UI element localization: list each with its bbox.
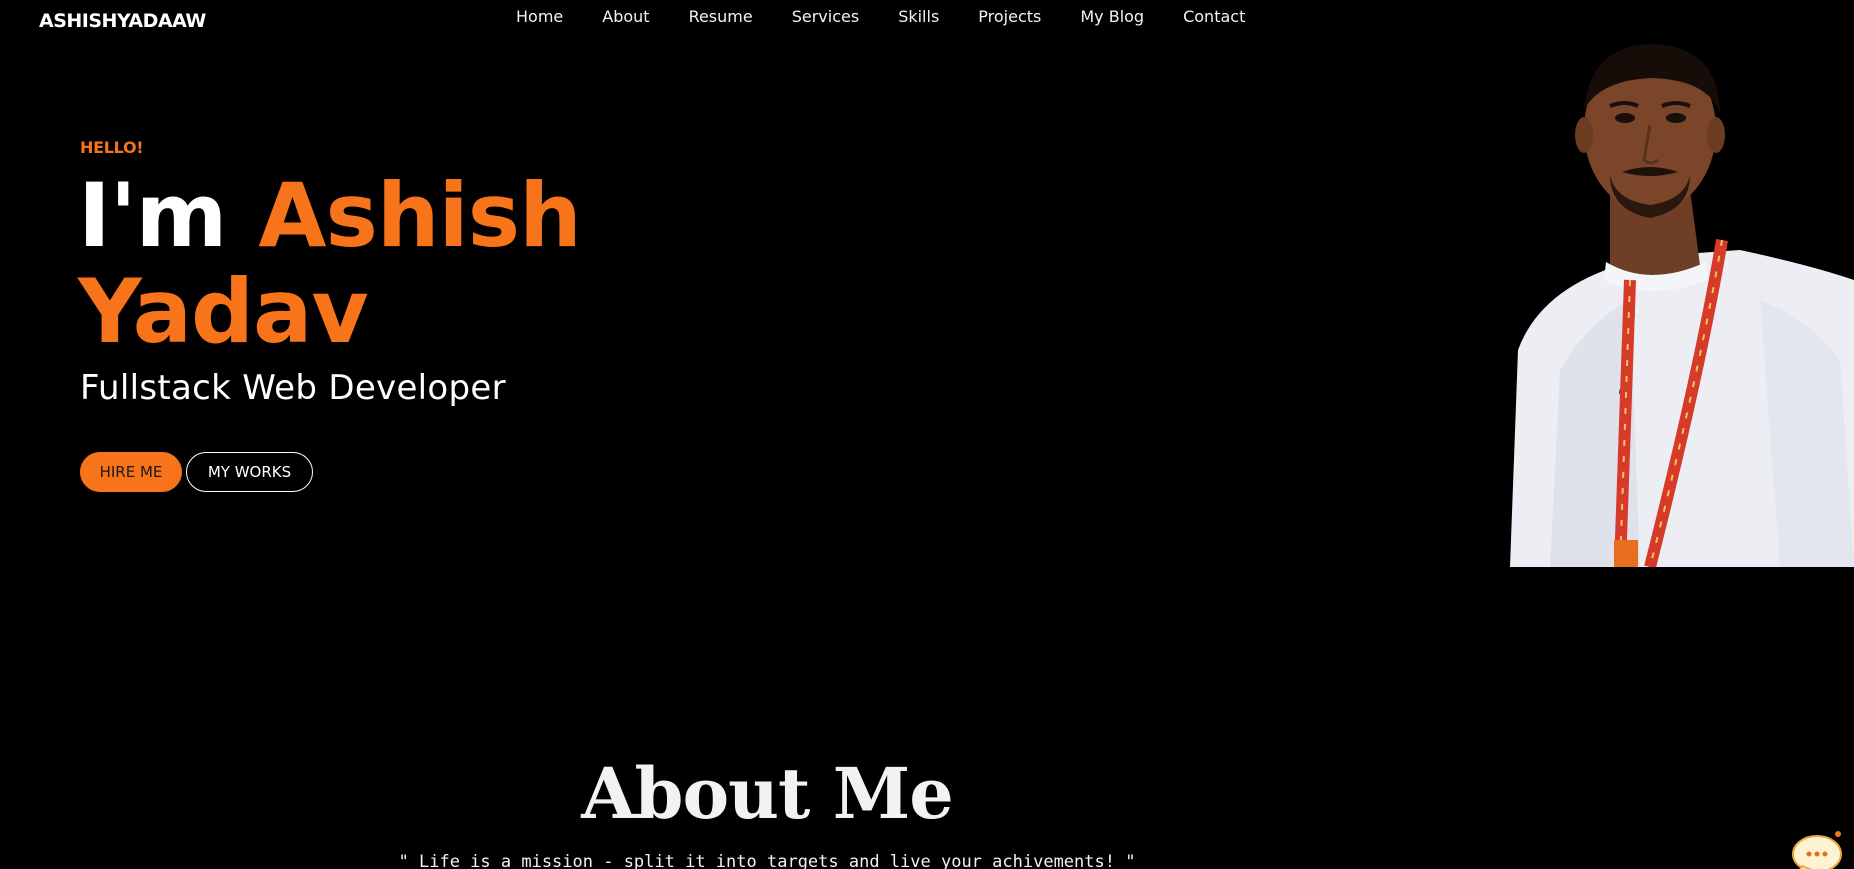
profile-photo-illustration	[1510, 44, 1854, 567]
chat-bubble-icon	[1792, 831, 1842, 869]
hero-greeting: HELLO!	[80, 138, 144, 157]
hero-role: Fullstack Web Developer	[80, 368, 506, 408]
page: ASHISHYADAAW Home About Resume Services …	[0, 0, 1854, 869]
my-works-button[interactable]: MY WORKS	[186, 452, 313, 492]
about-title: About Me	[581, 752, 954, 835]
chat-widget-button[interactable]	[1790, 828, 1846, 869]
profile-photo	[1510, 40, 1854, 567]
nav-projects[interactable]: Projects	[978, 7, 1041, 26]
nav-links: Home About Resume Services Skills Projec…	[516, 7, 1245, 26]
nav-about[interactable]: About	[602, 7, 649, 26]
nav-resume[interactable]: Resume	[689, 7, 753, 26]
hire-me-button[interactable]: HIRE ME	[80, 452, 182, 492]
about-quote: " Life is a mission - split it into targ…	[398, 852, 1136, 869]
hero-im: I'm	[78, 164, 227, 267]
hero-name: I'm Ashish Yadav	[78, 168, 778, 360]
hero-last-name: Yadav	[78, 260, 369, 363]
nav-my-blog[interactable]: My Blog	[1080, 7, 1144, 26]
brand-logo[interactable]: ASHISHYADAAW	[39, 10, 206, 32]
nav-services[interactable]: Services	[792, 7, 859, 26]
nav-contact[interactable]: Contact	[1183, 7, 1245, 26]
navbar: ASHISHYADAAW Home About Resume Services …	[0, 0, 1854, 40]
hero-first-name: Ashish	[258, 164, 581, 267]
nav-home[interactable]: Home	[516, 7, 563, 26]
nav-skills[interactable]: Skills	[898, 7, 939, 26]
